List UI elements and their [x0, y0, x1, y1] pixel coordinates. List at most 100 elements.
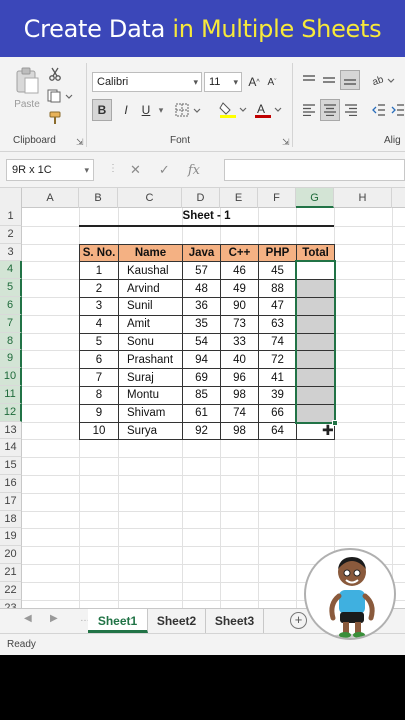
table-cell[interactable]	[296, 297, 335, 316]
row-header-4[interactable]: 4	[0, 261, 22, 280]
align-left-icon[interactable]	[300, 100, 318, 120]
increase-font-size-icon[interactable]: A ^	[246, 72, 262, 92]
paste-icon[interactable]	[12, 65, 42, 95]
cancel-icon[interactable]: ✕	[130, 162, 141, 178]
table-cell[interactable]: 41	[258, 368, 297, 387]
column-header-a[interactable]: A	[22, 188, 79, 208]
insert-function-icon[interactable]: fx	[188, 163, 200, 178]
table-cell[interactable]: 48	[182, 279, 221, 298]
table-cell[interactable]: 54	[182, 332, 221, 352]
table-cell[interactable]: 63	[258, 314, 297, 334]
table-cell[interactable]: Prashant	[118, 350, 183, 370]
table-cell[interactable]: 96	[220, 368, 259, 387]
table-cell[interactable]: 74	[258, 332, 297, 352]
column-header-c[interactable]: C	[118, 188, 182, 208]
decrease-indent-icon[interactable]	[370, 100, 388, 120]
table-cell[interactable]: Shivam	[118, 403, 183, 423]
column-header-e[interactable]: E	[220, 188, 258, 208]
row-header-15[interactable]: 15	[0, 457, 22, 475]
table-cell[interactable]: 98	[220, 386, 259, 405]
scroll-tabs-left-icon[interactable]: ◀	[24, 613, 32, 624]
paste-button-label[interactable]: Paste	[8, 97, 46, 111]
scroll-tabs-right-icon[interactable]: ▶	[50, 613, 58, 624]
table-cell[interactable]	[296, 314, 335, 334]
row-header-10[interactable]: 10	[0, 368, 22, 386]
tab-sheet3[interactable]: Sheet3	[206, 609, 264, 633]
table-cell[interactable]: 90	[220, 297, 259, 316]
table-cell[interactable]: 35	[182, 314, 221, 334]
column-header-f[interactable]: F	[258, 188, 296, 208]
decrease-font-size-icon[interactable]: Aˇ	[264, 72, 280, 92]
row-header-14[interactable]: 14	[0, 439, 22, 458]
table-cell[interactable]: 6	[79, 350, 119, 370]
table-cell[interactable]: Suraj	[118, 368, 183, 387]
table-cell[interactable]: Sunil	[118, 297, 183, 316]
cut-icon[interactable]	[46, 65, 64, 83]
table-cell[interactable]: 7	[79, 368, 119, 387]
top-align-icon[interactable]	[300, 71, 318, 89]
table-cell[interactable]: 10	[79, 421, 119, 441]
row-header-2[interactable]: 2	[0, 225, 22, 244]
row-header-3[interactable]: 3	[0, 243, 22, 262]
table-cell[interactable]: 72	[258, 350, 297, 370]
column-header-d[interactable]: D	[182, 188, 220, 208]
table-cell[interactable]: 36	[182, 297, 221, 316]
table-cell[interactable]: 39	[258, 386, 297, 405]
column-header-g[interactable]: G	[296, 188, 334, 208]
font-launcher-icon[interactable]: ⇲	[282, 137, 290, 148]
fill-color-icon[interactable]	[218, 99, 250, 121]
add-sheet-icon[interactable]: +	[290, 612, 307, 629]
table-cell[interactable]: Montu	[118, 386, 183, 405]
align-center-icon[interactable]	[320, 99, 340, 121]
row-header-13[interactable]: 13	[0, 421, 22, 440]
worksheet-grid[interactable]: ABCDEFGH 1 2 3 4 5 6 7 8 9 10 11 12 13 14 15 16 17 18 19 20…	[0, 188, 405, 608]
table-cell[interactable]	[296, 403, 335, 423]
table-cell[interactable]: Kaushal	[118, 261, 183, 281]
bold-button[interactable]: B	[92, 99, 112, 121]
table-cell[interactable]: 92	[182, 421, 221, 441]
font-size-select[interactable]: 11 ▾	[204, 72, 242, 92]
table-cell[interactable]: 61	[182, 403, 221, 423]
table-cell[interactable]: 40	[220, 350, 259, 370]
table-cell[interactable]: 49	[220, 279, 259, 298]
table-cell[interactable]: 47	[258, 297, 297, 316]
table-cell[interactable]	[296, 261, 335, 281]
row-header-20[interactable]: 20	[0, 546, 22, 564]
tab-sheet2[interactable]: Sheet2	[148, 609, 206, 633]
table-cell[interactable]: 69	[182, 368, 221, 387]
row-header-22[interactable]: 22	[0, 581, 22, 600]
table-cell[interactable]: 85	[182, 386, 221, 405]
name-box[interactable]: 9R x 1C ▾	[6, 159, 94, 181]
middle-align-icon[interactable]	[320, 71, 338, 89]
table-cell[interactable]: 3	[79, 297, 119, 316]
column-header-b[interactable]: B	[79, 188, 118, 208]
italic-button[interactable]: I	[117, 99, 135, 121]
row-header-23[interactable]: 23	[0, 599, 22, 608]
row-header-16[interactable]: 16	[0, 475, 22, 493]
table-cell[interactable]: 46	[220, 261, 259, 281]
table-cell[interactable]: Sonu	[118, 332, 183, 352]
table-cell[interactable]: 57	[182, 261, 221, 281]
increase-indent-icon[interactable]	[390, 100, 405, 120]
table-cell[interactable]: Amit	[118, 314, 183, 334]
table-cell[interactable]	[296, 386, 335, 405]
select-all-corner[interactable]	[0, 188, 22, 208]
table-cell[interactable]: 5	[79, 332, 119, 352]
bottom-align-icon[interactable]	[340, 70, 360, 90]
table-cell[interactable]: 4	[79, 314, 119, 334]
table-cell[interactable]: 1	[79, 261, 119, 281]
table-cell[interactable]: 33	[220, 332, 259, 352]
table-cell[interactable]: 66	[258, 403, 297, 423]
row-header-19[interactable]: 19	[0, 528, 22, 547]
table-cell[interactable]	[296, 368, 335, 387]
underline-dropdown-icon[interactable]: ▾	[155, 99, 167, 121]
clipboard-launcher-icon[interactable]: ⇲	[76, 137, 84, 148]
table-cell[interactable]: 45	[258, 261, 297, 281]
row-header-5[interactable]: 5	[0, 279, 22, 297]
row-header-21[interactable]: 21	[0, 564, 22, 582]
copy-icon[interactable]	[46, 87, 74, 105]
table-cell[interactable]: 9	[79, 403, 119, 423]
borders-icon[interactable]	[174, 100, 204, 120]
row-header-8[interactable]: 8	[0, 332, 22, 351]
row-header-1[interactable]: 1	[0, 208, 22, 226]
